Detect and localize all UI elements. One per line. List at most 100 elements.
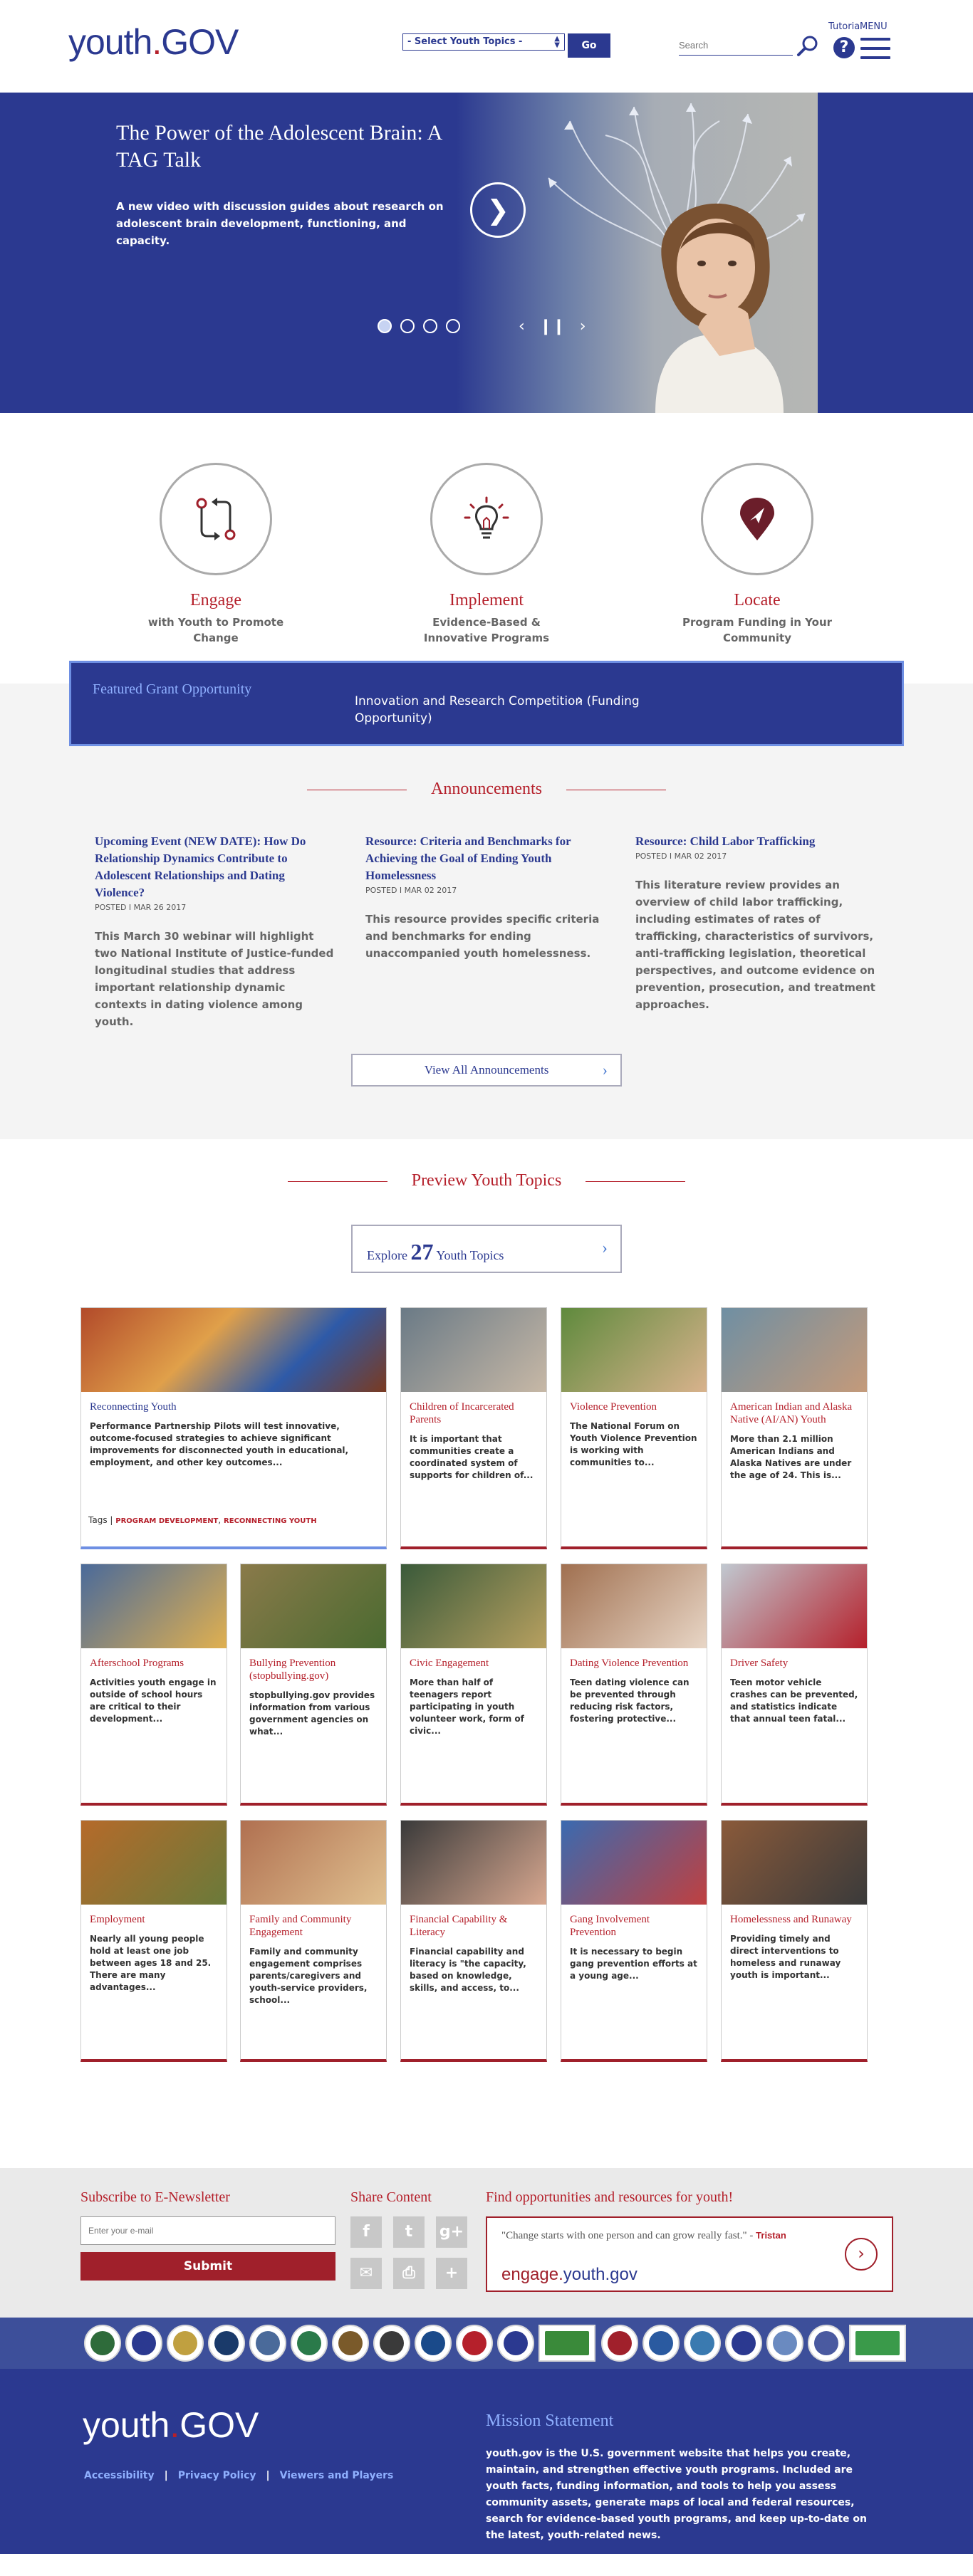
- topic-title: Violence Prevention: [570, 1401, 657, 1413]
- feature-title: Engage: [190, 591, 241, 609]
- carousel-pause-icon[interactable]: ❙❙: [539, 318, 566, 335]
- grant-chevron-icon[interactable]: ›: [577, 691, 583, 709]
- announcement-item: Upcoming Event (NEW DATE): How Do Relati…: [95, 833, 337, 1030]
- logo-text: youth: [68, 22, 152, 62]
- topic-tile[interactable]: Employment Nearly all young people hold a…: [80, 1820, 227, 2062]
- agency-seal-icon[interactable]: [208, 2325, 245, 2362]
- explore-count: 27: [410, 1239, 434, 1265]
- search-icon[interactable]: [796, 34, 819, 57]
- submit-button[interactable]: Submit: [80, 2252, 335, 2281]
- agency-seal-icon[interactable]: [601, 2325, 638, 2362]
- topic-tile[interactable]: Gang Involvement Prevention It is necessa…: [561, 1820, 707, 2062]
- topic-tile[interactable]: Homelessness and Runaway Providing timely…: [721, 1820, 868, 2062]
- facebook-icon[interactable]: f: [350, 2216, 382, 2248]
- topic-tile[interactable]: Bullying Prevention (stopbullying.gov) st…: [240, 1564, 387, 1806]
- viewers-players-link[interactable]: Viewers and Players: [280, 2470, 394, 2481]
- site-logo[interactable]: youth.GOV: [68, 21, 239, 63]
- more-share-icon[interactable]: +: [436, 2258, 467, 2289]
- agency-seal-icon[interactable]: [766, 2325, 803, 2362]
- carousel-dot[interactable]: [400, 319, 415, 333]
- topic-tile[interactable]: Driver Safety Teen motor vehicle crashes …: [721, 1564, 868, 1806]
- agency-seal-icon[interactable]: [642, 2325, 680, 2362]
- email-input[interactable]: [80, 2216, 335, 2245]
- youth-topics-select-value: - Select Youth Topics -: [407, 36, 523, 47]
- footer-logo-gov: GOV: [179, 2405, 259, 2445]
- explore-topics-button[interactable]: Explore 27 Youth Topics ›: [351, 1225, 622, 1273]
- announcement-title[interactable]: Resource: Criteria and Benchmarks for Ac…: [365, 833, 608, 884]
- tutorial-link[interactable]: Tutorial: [828, 21, 863, 32]
- topic-body: Providing timely and direct intervention…: [730, 1934, 841, 1980]
- go-button[interactable]: Go: [568, 33, 610, 58]
- topic-tile-featured[interactable]: Reconnecting Youth Performance Partnersh…: [80, 1307, 387, 1549]
- lightbulb-icon: [464, 496, 509, 539]
- feature-subtitle: Evidence-Based & Innovative Programs: [423, 616, 550, 644]
- privacy-policy-link[interactable]: Privacy Policy: [178, 2470, 256, 2481]
- topic-image: [401, 1308, 546, 1392]
- agency-seal-icon[interactable]: [497, 2325, 534, 2362]
- agency-seal-emblem: [732, 2331, 756, 2355]
- help-icon[interactable]: ?: [833, 37, 855, 58]
- engage-logo[interactable]: engage.youth.gov: [501, 2265, 638, 2285]
- agency-seal-icon[interactable]: [373, 2325, 410, 2362]
- hamburger-menu-icon[interactable]: [860, 38, 890, 59]
- tag-link[interactable]: PROGRAM DEVELOPMENT: [115, 1517, 218, 1525]
- carousel-next-icon[interactable]: ›: [580, 318, 586, 335]
- agency-seal-icon[interactable]: [249, 2325, 286, 2362]
- agency-seal-emblem: [90, 2331, 115, 2355]
- google-plus-icon[interactable]: g+: [436, 2216, 467, 2248]
- feature-implement[interactable]: Implement Evidence-Based & Innovative Pr…: [401, 463, 572, 646]
- agency-seal-icon[interactable]: [684, 2325, 721, 2362]
- carousel-dot[interactable]: [378, 319, 392, 333]
- feature-locate[interactable]: Locate Program Funding in Your Community: [672, 463, 843, 646]
- youth-topics-select[interactable]: - Select Youth Topics - ▲ ▼: [402, 33, 565, 51]
- agency-seal-icon[interactable]: [808, 2325, 845, 2362]
- topic-tile[interactable]: American Indian and Alaska Native (AI/AN…: [721, 1307, 868, 1549]
- hero-play-next-button[interactable]: ❯: [470, 182, 526, 238]
- agency-seal-icon[interactable]: [84, 2325, 121, 2362]
- announcement-body: This resource provides specific criteria…: [365, 913, 600, 960]
- quote-body: "Change starts with one person and can g…: [501, 2230, 754, 2241]
- agency-seal-emblem: [814, 2331, 838, 2355]
- announcement-title[interactable]: Upcoming Event (NEW DATE): How Do Relati…: [95, 833, 337, 901]
- topic-tile[interactable]: Children of Incarcerated Parents It is im…: [400, 1307, 547, 1549]
- topic-tile[interactable]: Violence Prevention The National Forum on…: [561, 1307, 707, 1549]
- agency-seal-icon[interactable]: [456, 2325, 493, 2362]
- agency-seal-icon[interactable]: [849, 2325, 906, 2362]
- search-input[interactable]: [679, 36, 786, 51]
- footer-logo[interactable]: youth.GOV: [83, 2404, 259, 2446]
- topic-tile[interactable]: Civic Engagement More than half of teenag…: [400, 1564, 547, 1806]
- agency-seal-icon[interactable]: [291, 2325, 328, 2362]
- topic-title: American Indian and Alaska Native (AI/AN…: [730, 1401, 853, 1425]
- carousel-dot[interactable]: [423, 319, 437, 333]
- quote-next-button[interactable]: ›: [845, 2238, 878, 2271]
- tag-link[interactable]: RECONNECTING YOUTH: [224, 1517, 317, 1525]
- agency-seal-icon[interactable]: [167, 2325, 204, 2362]
- topic-body: stopbullying.gov provides information fr…: [249, 1690, 375, 1737]
- grant-link[interactable]: Innovation and Research Competition (Fun…: [355, 693, 640, 727]
- email-share-icon[interactable]: ✉: [350, 2258, 382, 2289]
- agency-seal-icon[interactable]: [538, 2325, 595, 2362]
- topic-image: [81, 1564, 227, 1648]
- topic-tile[interactable]: Financial Capability & Literacy Financial…: [400, 1820, 547, 2062]
- announcement-title[interactable]: Resource: Child Labor Trafficking: [635, 833, 878, 850]
- agency-seal-icon[interactable]: [125, 2325, 162, 2362]
- topic-tile[interactable]: Family and Community Engagement Family an…: [240, 1820, 387, 2062]
- feature-subtitle: Program Funding in Your Community: [682, 616, 833, 644]
- agency-seal-icon[interactable]: [415, 2325, 452, 2362]
- agency-seal-emblem: [690, 2331, 714, 2355]
- view-all-announcements-button[interactable]: View All Announcements ›: [351, 1054, 622, 1087]
- carousel-dot[interactable]: [446, 319, 460, 333]
- accessibility-link[interactable]: Accessibility: [84, 2470, 155, 2481]
- agency-seal-icon[interactable]: [332, 2325, 369, 2362]
- agency-seal-icon[interactable]: [725, 2325, 762, 2362]
- topic-tile[interactable]: Afterschool Programs Activities youth eng…: [80, 1564, 227, 1806]
- twitter-icon[interactable]: t: [393, 2216, 425, 2248]
- print-icon[interactable]: ⎙: [393, 2258, 425, 2289]
- feature-engage[interactable]: Engage with Youth to Promote Change: [130, 463, 301, 646]
- topic-body: Financial capability and literacy is "th…: [410, 1947, 526, 1993]
- topic-title: Driver Safety: [730, 1658, 789, 1669]
- topic-tile[interactable]: Dating Violence Prevention Teen dating vi…: [561, 1564, 707, 1806]
- feature-links: Engage with Youth to Promote Change Impl…: [0, 413, 973, 684]
- carousel-prev-icon[interactable]: ‹: [519, 318, 525, 335]
- menu-label[interactable]: MENU: [860, 21, 888, 32]
